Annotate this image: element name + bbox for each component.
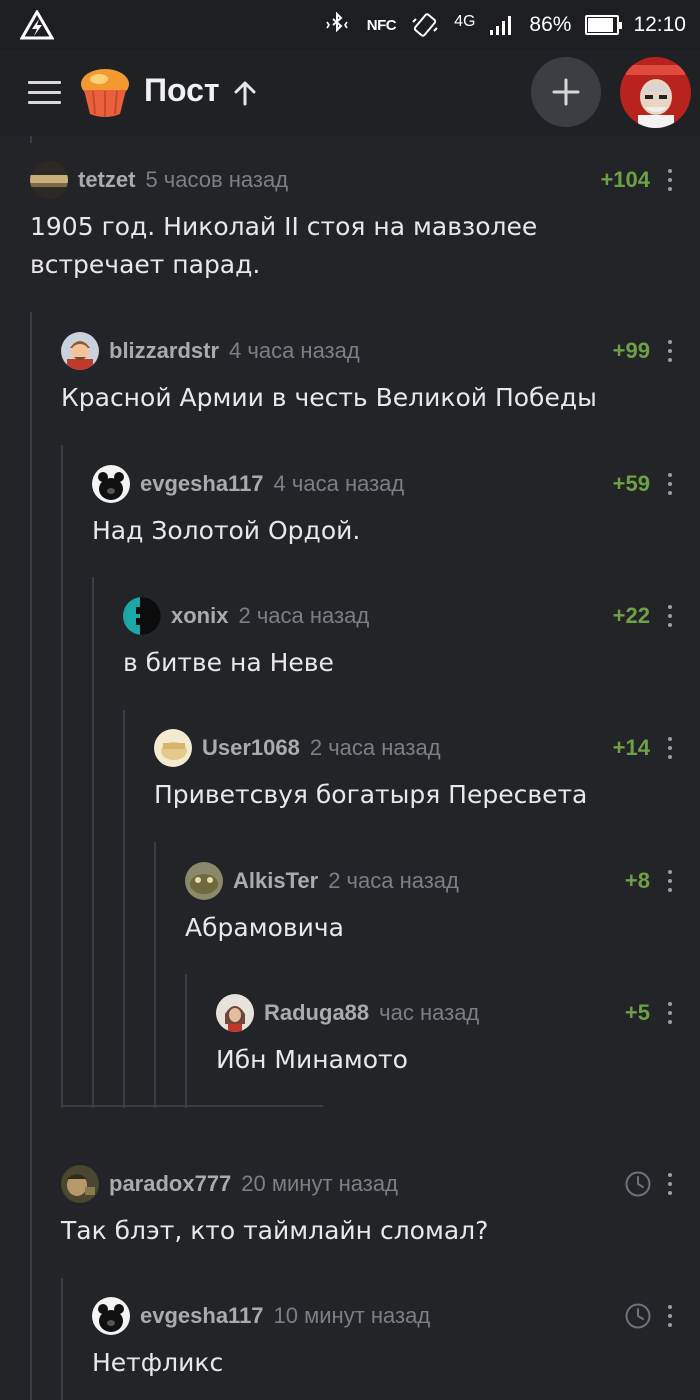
avatar[interactable] — [123, 597, 161, 635]
hamburger-menu-icon[interactable] — [28, 81, 61, 105]
comment-timestamp[interactable]: 4 часа назад — [274, 471, 405, 497]
more-options-icon[interactable] — [667, 605, 673, 627]
comment-username[interactable]: blizzardstr — [109, 338, 219, 364]
status-bar: NFC 4G 86% 12:10 — [0, 0, 700, 50]
comment-text: Так блэт, кто таймлайн сломал? — [61, 1216, 489, 1245]
comment-timestamp[interactable]: 20 минут назад — [241, 1171, 398, 1197]
up-arrow-icon[interactable] — [232, 80, 258, 106]
network-type: 4G — [454, 13, 476, 30]
comment-username[interactable]: AlkisTer — [233, 868, 318, 894]
comment-rating: +59 — [612, 471, 650, 496]
comment-username[interactable]: tetzet — [78, 167, 135, 193]
thread-line — [154, 842, 156, 1108]
plus-icon — [552, 78, 580, 106]
avatar[interactable] — [92, 465, 130, 503]
avatar[interactable] — [185, 862, 223, 900]
more-options-icon[interactable] — [667, 169, 673, 191]
comment: xonix 2 часа назад +22 в битве на Неве — [123, 596, 700, 682]
page-title: Пост — [144, 72, 220, 108]
comment: User1068 2 часа назад +14 Приветсвуя бог… — [154, 728, 700, 814]
avatar[interactable] — [216, 994, 254, 1032]
comment: paradox777 20 минут назад Так блэт, кто … — [61, 1164, 700, 1250]
more-options-icon[interactable] — [667, 1173, 673, 1195]
comment-username[interactable]: Raduga88 — [264, 1000, 369, 1026]
comment-timestamp[interactable]: 2 часа назад — [310, 735, 441, 761]
thread-line — [92, 577, 94, 1108]
thread-line — [185, 974, 187, 1108]
more-options-icon[interactable] — [667, 870, 673, 892]
comment-timestamp[interactable]: час назад — [379, 1000, 479, 1026]
more-options-icon[interactable] — [667, 340, 673, 362]
comment-timestamp[interactable]: 4 часа назад — [229, 338, 360, 364]
comments-list: tetzet 5 часов назад +104 1905 год. Нико… — [0, 136, 700, 1400]
avatar[interactable] — [30, 161, 68, 199]
comment-rating: +14 — [612, 735, 650, 760]
comment-text: Абрамовича — [185, 913, 344, 942]
thread-end-line — [61, 1105, 323, 1107]
comment: blizzardstr 4 часа назад +99 Красной Арм… — [61, 331, 700, 417]
comment-timestamp[interactable]: 2 часа назад — [328, 868, 459, 894]
more-options-icon[interactable] — [667, 1305, 673, 1327]
thread-line — [123, 710, 125, 1108]
thread-line — [30, 312, 32, 1400]
profile-avatar[interactable] — [620, 57, 691, 128]
comment-rating: +104 — [600, 167, 650, 192]
thread-line — [61, 1278, 63, 1400]
comment-text: Нетфликс — [92, 1348, 224, 1377]
comment-username[interactable]: evgesha117 — [140, 471, 264, 497]
comment: AlkisTer 2 часа назад +8 Абрамовича — [185, 861, 700, 947]
comment-username[interactable]: paradox777 — [109, 1171, 231, 1197]
comment-timestamp[interactable]: 10 минут назад — [274, 1303, 431, 1329]
top-app-bar: Пост — [0, 50, 700, 136]
comment-rating: +5 — [624, 1000, 650, 1025]
add-post-button[interactable] — [531, 57, 601, 127]
more-options-icon[interactable] — [667, 1002, 673, 1024]
comment-rating: +99 — [612, 338, 650, 363]
comment-text: Над Золотой Ордой. — [92, 516, 361, 545]
avatar[interactable] — [61, 332, 99, 370]
app-logo-icon — [20, 10, 54, 40]
clock-icon — [625, 1171, 651, 1197]
nfc-label: NFC — [366, 16, 397, 34]
avatar[interactable] — [61, 1165, 99, 1203]
comment: evgesha117 4 часа назад +59 Над Золотой … — [92, 464, 700, 550]
clock-time: 12:10 — [633, 13, 686, 36]
cupcake-logo-icon[interactable] — [78, 64, 132, 120]
comment-text: 1905 год. Николай II стоя на мавзолее вс… — [30, 212, 538, 279]
signal-icon — [489, 14, 515, 36]
comment-rating: +22 — [612, 603, 650, 628]
more-options-icon[interactable] — [667, 737, 673, 759]
thread-line — [30, 136, 32, 143]
comment-username[interactable]: User1068 — [202, 735, 300, 761]
avatar[interactable] — [154, 729, 192, 767]
comment-text: Красной Армии в честь Великой Победы — [61, 383, 597, 412]
comment: Raduga88 час назад +5 Ибн Минамото — [216, 993, 700, 1079]
bluetooth-icon — [323, 12, 353, 38]
battery-percent: 86% — [529, 13, 572, 36]
comment-text: Приветсвуя богатыря Пересвета — [154, 780, 588, 809]
comment: tetzet 5 часов назад +104 1905 год. Нико… — [30, 160, 700, 284]
clock-icon — [625, 1303, 651, 1329]
battery-icon — [585, 15, 623, 35]
vibrate-icon — [410, 10, 440, 40]
comment-text: в битве на Неве — [123, 648, 334, 677]
comment-rating: +8 — [624, 868, 650, 893]
avatar[interactable] — [92, 1297, 130, 1335]
more-options-icon[interactable] — [667, 473, 673, 495]
comment-timestamp[interactable]: 2 часа назад — [238, 603, 369, 629]
comment-text: Ибн Минамото — [216, 1045, 408, 1074]
comment-username[interactable]: evgesha117 — [140, 1303, 264, 1329]
thread-line — [61, 445, 63, 1108]
comment: evgesha117 10 минут назад Нетфликс — [92, 1296, 700, 1382]
comment-timestamp[interactable]: 5 часов назад — [145, 167, 288, 193]
comment-username[interactable]: xonix — [171, 603, 228, 629]
